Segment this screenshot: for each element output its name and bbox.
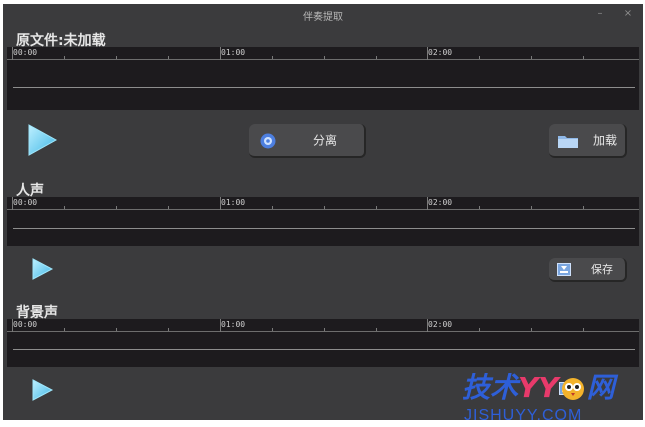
watermark-brand-net: 网 (586, 371, 615, 404)
tick-label: 01:00 (221, 198, 246, 207)
owl-logo-icon (561, 378, 584, 400)
separate-button[interactable]: 分离 (249, 124, 366, 158)
tick-label: 02:00 (428, 48, 453, 57)
window-title: 伴奏提取 (303, 12, 343, 23)
vocal-track[interactable]: 00:00 01:00 02:00 (7, 197, 639, 246)
watermark-brand: 技术 (462, 371, 519, 404)
close-icon[interactable]: × (621, 7, 635, 21)
play-icon[interactable] (26, 123, 58, 157)
waveform (13, 349, 635, 350)
title-bar[interactable]: 伴奏提取 – × (3, 4, 643, 24)
tick-label: 02:00 (428, 198, 453, 207)
gear-icon (260, 133, 276, 149)
tick-label: 01:00 (221, 48, 246, 57)
save-icon (557, 263, 571, 276)
save-button[interactable]: 保存 (549, 258, 627, 282)
load-label: 加载 (593, 133, 618, 148)
tick-label: 00:00 (13, 320, 38, 329)
tick-label: 02:00 (428, 320, 453, 329)
waveform (13, 87, 635, 88)
folder-icon (558, 136, 578, 148)
minimize-icon[interactable]: – (593, 7, 607, 21)
tick-label: 00:00 (13, 198, 38, 207)
site-watermark: 技术 YY 网 JISHUYY.COM (462, 365, 644, 425)
watermark-domain: JISHUYY.COM (464, 407, 583, 424)
tick-label: 00:00 (13, 48, 38, 57)
timeline-ruler: 00:00 01:00 02:00 (7, 47, 639, 60)
play-icon[interactable] (30, 378, 54, 402)
background-track[interactable]: 00:00 01:00 02:00 (7, 319, 639, 367)
load-button[interactable]: 加载 (549, 124, 627, 158)
separate-label: 分离 (313, 133, 338, 148)
watermark-brand-yy: YY (518, 371, 559, 404)
waveform (13, 228, 635, 229)
play-icon[interactable] (30, 257, 54, 281)
tick-label: 01:00 (221, 320, 246, 329)
app-window: 伴奏提取 – × 原文件:未加载 00:00 01:00 02:00 分离 加载… (3, 4, 643, 420)
timeline-ruler: 00:00 01:00 02:00 (7, 319, 639, 332)
timeline-ruler: 00:00 01:00 02:00 (7, 197, 639, 210)
original-track[interactable]: 00:00 01:00 02:00 (7, 47, 639, 110)
save-label: 保存 (591, 263, 613, 276)
